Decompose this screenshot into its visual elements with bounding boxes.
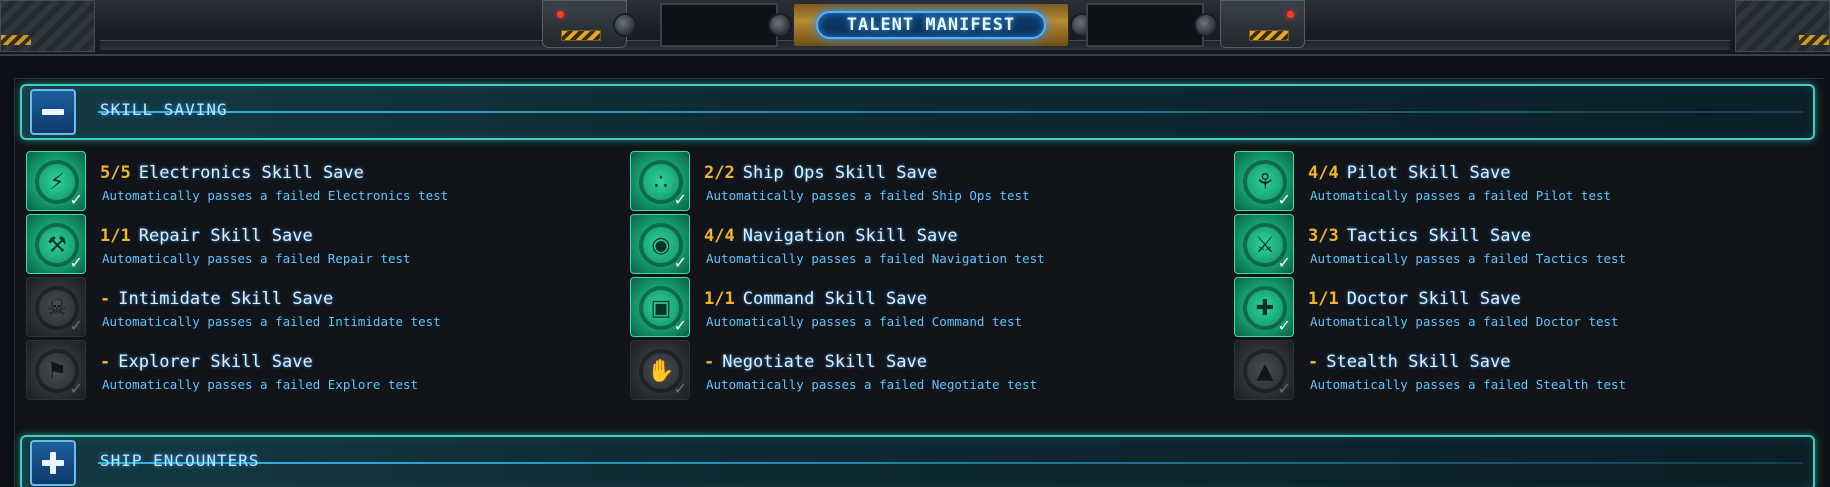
- skill-count: -: [100, 289, 111, 309]
- checkmark-icon: ✓: [673, 253, 687, 272]
- skill-icon[interactable]: ⚒ ✓: [26, 214, 86, 274]
- section-title: SHIP ENCOUNTERS: [100, 451, 260, 470]
- checkmark-icon: ✓: [1277, 190, 1291, 209]
- collapse-button[interactable]: [30, 89, 76, 135]
- skill-name: Command Skill Save: [742, 289, 927, 309]
- bolt-icon: [1194, 13, 1218, 37]
- skill-item[interactable]: ⚒ ✓ 1/1 Repair Skill Save Automatically pass…: [26, 214, 586, 274]
- skill-description: Automatically passes a failed Intimidate…: [102, 314, 441, 329]
- minus-icon: [42, 109, 64, 115]
- skill-description: Automatically passes a failed Stealth te…: [1310, 377, 1627, 392]
- header-corner-left: [0, 0, 95, 52]
- skill-count: -: [1308, 352, 1319, 372]
- skill-name: Doctor Skill Save: [1346, 289, 1521, 309]
- skill-icon[interactable]: ◉ ✓: [630, 214, 690, 274]
- skill-count: 4/4: [1308, 163, 1339, 183]
- skill-description: Automatically passes a failed Doctor tes…: [1310, 314, 1619, 329]
- skill-icon[interactable]: ⚘ ✓: [1234, 151, 1294, 211]
- skill-count: 1/1: [100, 226, 131, 246]
- skill-icon[interactable]: ⚡ ✓: [26, 151, 86, 211]
- skill-count: 5/5: [100, 163, 131, 183]
- skill-description: Automatically passes a failed Electronic…: [102, 188, 449, 203]
- skill-icon[interactable]: ✚ ✓: [1234, 277, 1294, 337]
- skill-item[interactable]: ⚡ ✓ 5/5 Electronics Skill Save Automatically…: [26, 151, 586, 211]
- skill-item[interactable]: ✋ ✓ - Negotiate Skill Save Automatically pas…: [630, 340, 1190, 400]
- title-plate: TALENT MANIFEST: [793, 3, 1069, 47]
- skill-icon[interactable]: ✋ ✓: [630, 340, 690, 400]
- skill-item[interactable]: ∴ ✓ 2/2 Ship Ops Skill Save Automatically pa…: [630, 151, 1190, 211]
- checkmark-icon: ✓: [673, 190, 687, 209]
- skill-icon[interactable]: ☠ ✓: [26, 277, 86, 337]
- skill-name: Electronics Skill Save: [138, 163, 364, 183]
- skill-name: Repair Skill Save: [138, 226, 313, 246]
- bolt-icon: [768, 13, 792, 37]
- skill-icon[interactable]: ⚔ ✓: [1234, 214, 1294, 274]
- skill-icon[interactable]: ▲ ✓: [1234, 340, 1294, 400]
- skill-count: -: [704, 352, 715, 372]
- skill-icon[interactable]: ▣ ✓: [630, 277, 690, 337]
- skill-item[interactable]: ☠ ✓ - Intimidate Skill Save Automatically pa…: [26, 277, 586, 337]
- checkmark-icon: ✓: [1277, 379, 1291, 398]
- section-header-skill-saving[interactable]: SKILL SAVING: [20, 84, 1815, 140]
- skill-name: Explorer Skill Save: [118, 352, 313, 372]
- skill-icon[interactable]: ⚑ ✓: [26, 340, 86, 400]
- header-ornament-right: [1220, 0, 1305, 48]
- window-header: TALENT MANIFEST: [0, 0, 1830, 56]
- section-header-ship-encounters[interactable]: SHIP ENCOUNTERS: [20, 435, 1815, 487]
- skill-item[interactable]: ◉ ✓ 4/4 Navigation Skill Save Automatically …: [630, 214, 1190, 274]
- header-slot-right: [1086, 3, 1204, 47]
- checkmark-icon: ✓: [69, 316, 83, 335]
- bolt-icon: [613, 13, 637, 37]
- skill-name: Negotiate Skill Save: [722, 352, 927, 372]
- skill-count: 4/4: [704, 226, 735, 246]
- checkmark-icon: ✓: [1277, 316, 1291, 335]
- skill-description: Automatically passes a failed Negotiate …: [706, 377, 1038, 392]
- checkmark-icon: ✓: [673, 316, 687, 335]
- plus-icon: [42, 452, 64, 474]
- checkmark-icon: ✓: [69, 253, 83, 272]
- skill-count: 1/1: [704, 289, 735, 309]
- skill-grid: ⚡ ✓ 5/5 Electronics Skill Save Automatically…: [26, 151, 1816, 401]
- skill-name: Navigation Skill Save: [742, 226, 958, 246]
- skill-icon[interactable]: ∴ ✓: [630, 151, 690, 211]
- skill-item[interactable]: ▣ ✓ 1/1 Command Skill Save Automatically pas…: [630, 277, 1190, 337]
- skill-count: 1/1: [1308, 289, 1339, 309]
- skill-item[interactable]: ✚ ✓ 1/1 Doctor Skill Save Automatically pass…: [1234, 277, 1794, 337]
- header-slot-left: [660, 3, 778, 47]
- skill-description: Automatically passes a failed Command te…: [706, 314, 1023, 329]
- skill-item[interactable]: ⚔ ✓ 3/3 Tactics Skill Save Automatically pas…: [1234, 214, 1794, 274]
- skill-name: Stealth Skill Save: [1326, 352, 1511, 372]
- page-title: TALENT MANIFEST: [846, 15, 1016, 35]
- skill-description: Automatically passes a failed Tactics te…: [1310, 251, 1627, 266]
- skill-count: -: [100, 352, 111, 372]
- skill-item[interactable]: ⚑ ✓ - Explorer Skill Save Automatically pass…: [26, 340, 586, 400]
- checkmark-icon: ✓: [69, 379, 83, 398]
- checkmark-icon: ✓: [69, 190, 83, 209]
- skill-description: Automatically passes a failed Repair tes…: [102, 251, 411, 266]
- skill-item[interactable]: ⚘ ✓ 4/4 Pilot Skill Save Automatically passe…: [1234, 151, 1794, 211]
- section-title: SKILL SAVING: [100, 100, 228, 119]
- checkmark-icon: ✓: [673, 379, 687, 398]
- expand-button[interactable]: [30, 440, 76, 486]
- skill-description: Automatically passes a failed Pilot test: [1310, 188, 1612, 203]
- skill-item[interactable]: ▲ ✓ - Stealth Skill Save Automatically passe…: [1234, 340, 1794, 400]
- skill-description: Automatically passes a failed Navigation…: [706, 251, 1045, 266]
- header-corner-right: [1735, 0, 1830, 52]
- skill-description: Automatically passes a failed Explore te…: [102, 377, 419, 392]
- skill-count: 3/3: [1308, 226, 1339, 246]
- skill-name: Intimidate Skill Save: [118, 289, 334, 309]
- checkmark-icon: ✓: [1277, 253, 1291, 272]
- skill-description: Automatically passes a failed Ship Ops t…: [706, 188, 1030, 203]
- skill-name: Pilot Skill Save: [1346, 163, 1511, 183]
- skill-name: Ship Ops Skill Save: [742, 163, 938, 183]
- skill-name: Tactics Skill Save: [1346, 226, 1531, 246]
- skill-count: 2/2: [704, 163, 735, 183]
